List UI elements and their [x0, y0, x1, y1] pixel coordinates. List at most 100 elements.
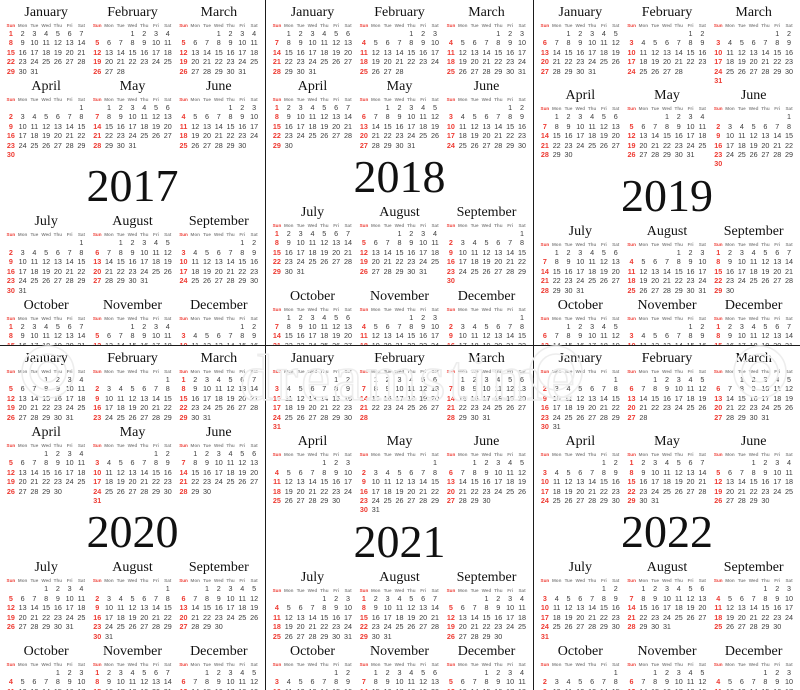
day-cell[interactable]: 21 — [504, 341, 516, 345]
day-cell[interactable]: 9 — [539, 394, 551, 403]
day-cell[interactable]: 27 — [330, 131, 342, 140]
day-cell[interactable]: 1 — [5, 29, 17, 38]
day-cell[interactable]: 12 — [91, 48, 103, 57]
day-cell[interactable]: 12 — [673, 468, 685, 477]
day-cell[interactable]: 9 — [748, 384, 760, 393]
day-cell[interactable]: 15 — [162, 603, 174, 612]
day-cell[interactable]: 13 — [17, 394, 29, 403]
day-cell[interactable]: 28 — [29, 413, 41, 422]
day-cell[interactable]: 14 — [673, 48, 685, 57]
day-cell[interactable]: 7 — [248, 375, 260, 384]
day-cell[interactable]: 18 — [358, 341, 370, 345]
day-cell[interactable]: 15 — [115, 257, 127, 266]
day-cell[interactable]: 20 — [295, 622, 307, 631]
day-cell[interactable]: 2 — [771, 668, 783, 677]
day-cell[interactable]: 10 — [236, 38, 248, 47]
day-cell[interactable]: 9 — [712, 131, 724, 140]
day-cell[interactable]: 28 — [76, 57, 88, 66]
day-cell[interactable]: 5 — [295, 384, 307, 393]
day-cell[interactable]: 10 — [394, 384, 406, 393]
day-cell[interactable]: 16 — [405, 248, 417, 257]
day-cell[interactable]: 19 — [685, 603, 697, 612]
day-cell[interactable]: 9 — [610, 594, 622, 603]
day-cell[interactable]: 7 — [271, 38, 283, 47]
day-cell[interactable]: 13 — [661, 341, 673, 345]
day-cell[interactable]: 26 — [429, 131, 441, 140]
day-cell[interactable]: 13 — [64, 38, 76, 47]
day-cell[interactable]: 29 — [40, 413, 52, 422]
day-cell[interactable]: 17 — [64, 394, 76, 403]
day-cell[interactable]: 15 — [236, 341, 248, 345]
day-cell[interactable]: 23 — [696, 57, 708, 66]
day-cell[interactable]: 12 — [649, 341, 661, 345]
day-cell[interactable]: 4 — [429, 229, 441, 238]
day-cell[interactable]: 1 — [358, 594, 370, 603]
day-cell[interactable]: 25 — [504, 487, 516, 496]
day-cell[interactable]: 27 — [342, 57, 354, 66]
day-cell[interactable]: 31 — [649, 496, 661, 505]
day-cell[interactable]: 20 — [771, 341, 783, 345]
day-cell[interactable]: 23 — [138, 57, 150, 66]
day-cell[interactable]: 7 — [469, 677, 481, 686]
day-cell[interactable]: 11 — [748, 257, 760, 266]
day-cell[interactable]: 16 — [330, 477, 342, 486]
day-cell[interactable]: 14 — [271, 331, 283, 340]
day-cell[interactable]: 7 — [724, 384, 736, 393]
day-cell[interactable]: 2 — [342, 375, 354, 384]
day-cell[interactable]: 12 — [127, 603, 139, 612]
day-cell[interactable]: 1 — [189, 449, 201, 458]
day-cell[interactable]: 17 — [574, 267, 586, 276]
day-cell[interactable]: 24 — [17, 276, 29, 285]
day-cell[interactable]: 12 — [189, 122, 201, 131]
day-cell[interactable]: 2 — [712, 122, 724, 131]
day-cell[interactable]: 27 — [610, 141, 622, 150]
day-cell[interactable]: 26 — [563, 496, 575, 505]
day-cell[interactable]: 17 — [213, 468, 225, 477]
day-cell[interactable]: 2 — [405, 229, 417, 238]
day-cell[interactable]: 15 — [598, 603, 610, 612]
day-cell[interactable]: 16 — [91, 613, 103, 622]
day-cell[interactable]: 4 — [127, 668, 139, 677]
day-cell[interactable]: 25 — [673, 613, 685, 622]
day-cell[interactable]: 23 — [748, 403, 760, 412]
day-cell[interactable]: 7 — [213, 112, 225, 121]
day-cell[interactable]: 7 — [29, 594, 41, 603]
day-cell[interactable]: 4 — [516, 668, 528, 677]
day-cell[interactable]: 2 — [516, 103, 528, 112]
day-cell[interactable]: 8 — [201, 677, 213, 686]
day-cell[interactable]: 20 — [685, 477, 697, 486]
day-cell[interactable]: 11 — [225, 458, 237, 467]
day-cell[interactable]: 4 — [162, 322, 174, 331]
day-cell[interactable]: 12 — [115, 468, 127, 477]
day-cell[interactable]: 25 — [661, 487, 673, 496]
day-cell[interactable]: 17 — [17, 267, 29, 276]
day-cell[interactable]: 30 — [539, 422, 551, 431]
day-cell[interactable]: 18 — [748, 267, 760, 276]
day-cell[interactable]: 12 — [760, 331, 772, 340]
day-cell[interactable]: 17 — [429, 48, 441, 57]
day-cell[interactable]: 15 — [201, 603, 213, 612]
day-cell[interactable]: 28 — [271, 67, 283, 76]
day-cell[interactable]: 7 — [64, 112, 76, 121]
day-cell[interactable]: 13 — [162, 112, 174, 121]
day-cell[interactable]: 18 — [598, 48, 610, 57]
day-cell[interactable]: 9 — [213, 594, 225, 603]
day-cell[interactable]: 1 — [748, 458, 760, 467]
day-cell[interactable]: 16 — [5, 131, 17, 140]
day-cell[interactable]: 5 — [673, 458, 685, 467]
day-cell[interactable]: 25 — [283, 413, 295, 422]
day-cell[interactable]: 3 — [551, 677, 563, 686]
day-cell[interactable]: 13 — [637, 131, 649, 140]
day-cell[interactable]: 4 — [637, 38, 649, 47]
day-cell[interactable]: 17 — [342, 613, 354, 622]
day-cell[interactable]: 15 — [563, 48, 575, 57]
day-cell[interactable]: 12 — [481, 331, 493, 340]
day-cell[interactable]: 24 — [103, 622, 115, 631]
day-cell[interactable]: 9 — [283, 238, 295, 247]
day-cell[interactable]: 28 — [469, 632, 481, 641]
day-cell[interactable]: 11 — [783, 468, 795, 477]
day-cell[interactable]: 21 — [64, 267, 76, 276]
day-cell[interactable]: 10 — [724, 131, 736, 140]
day-cell[interactable]: 8 — [162, 594, 174, 603]
day-cell[interactable]: 10 — [103, 394, 115, 403]
